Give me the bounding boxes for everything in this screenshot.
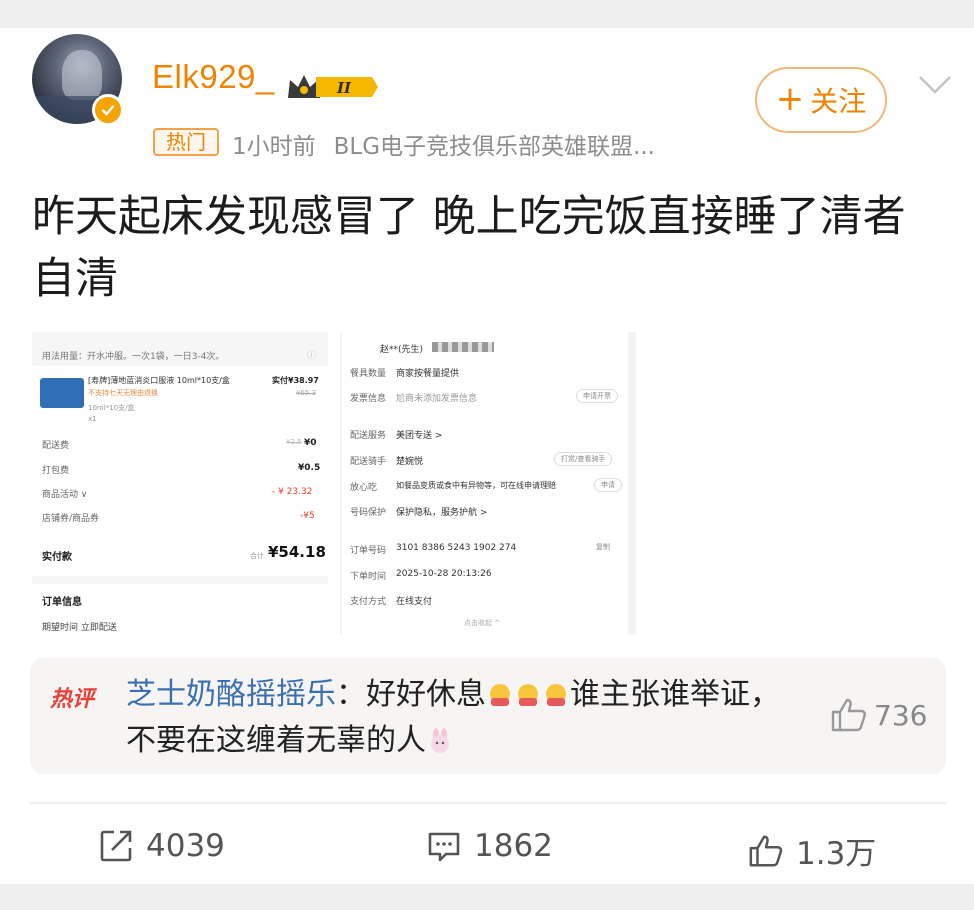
row-label: 支付方式 bbox=[350, 597, 387, 607]
post-source[interactable]: BLG电子竞技俱乐部英雄联盟... bbox=[334, 134, 655, 160]
member-crown-icon[interactable]: II bbox=[286, 70, 380, 104]
post-meta: 1小时前 BLG电子竞技俱乐部英雄联盟... bbox=[232, 127, 655, 161]
row-label: 放心吃 bbox=[350, 483, 378, 493]
hot-tag: 热门 bbox=[153, 128, 219, 156]
row-label: 配送骑手 bbox=[350, 457, 387, 467]
post-time: 1小时前 bbox=[232, 134, 316, 160]
username[interactable]: Elk929_ bbox=[152, 58, 275, 96]
row-label: 发票信息 bbox=[350, 394, 387, 404]
divider bbox=[30, 802, 946, 804]
post-image-2[interactable]: 赵**(先生) 餐具数量 商家按餐量提供 发票信息 尬商未添加发票信息 申请开票… bbox=[340, 332, 636, 634]
expect-time: 期望时间 立即配送 bbox=[42, 623, 117, 633]
order-number: 3101 8386 5243 1902 274 bbox=[396, 543, 517, 553]
like-count: 1.3万 bbox=[796, 836, 877, 872]
masked-phone bbox=[432, 342, 494, 352]
follow-button[interactable]: + 关注 bbox=[755, 67, 887, 133]
total-value: ¥54.18 bbox=[268, 543, 326, 561]
row-value: 尬商未添加发票信息 bbox=[396, 394, 478, 404]
thumbs-up-icon bbox=[831, 698, 866, 732]
promo-value: - ¥ 23.32 bbox=[272, 487, 313, 497]
like-button[interactable]: 1.3万 bbox=[748, 828, 876, 873]
comment-like-button[interactable]: 736 bbox=[830, 697, 927, 733]
row-value: 商家按餐量提供 bbox=[396, 369, 460, 379]
coupon-label: 店铺券/商品券 bbox=[42, 514, 100, 524]
product-orig-price: ¥65.3 bbox=[296, 389, 317, 397]
product-name: [寿牌]薄地蓝消炎口服液 10ml*10支/盒 bbox=[88, 376, 230, 385]
comment-like-count: 736 bbox=[874, 698, 928, 732]
post-text: 昨天起床发现感冒了 晚上吃完饭直接睡了清者自清 bbox=[32, 192, 906, 304]
product-qty: x1 bbox=[88, 415, 97, 423]
row-label: 餐具数量 bbox=[350, 369, 387, 379]
plus-icon: + bbox=[775, 78, 805, 119]
invoice-button[interactable]: 申请开票 bbox=[576, 389, 618, 403]
thumbs-up-icon bbox=[749, 835, 783, 866]
comment-button[interactable]: 1862 bbox=[426, 828, 553, 864]
hug-emoji-icon bbox=[490, 684, 510, 706]
share-icon bbox=[100, 830, 132, 862]
coupon-value: -¥5 bbox=[300, 511, 315, 521]
row-value: 美团专送 > bbox=[396, 431, 443, 441]
info-icon: ⓘ bbox=[307, 351, 317, 361]
product-paid: 实付¥38.97 bbox=[272, 376, 319, 385]
order-info-title: 订单信息 bbox=[42, 597, 82, 608]
rider-button[interactable]: 打赏/查看骑手 bbox=[554, 452, 613, 466]
hot-comment-body: 芝士奶酪摇摇乐：好好休息 谁主张谁举证，不要在这缠着无辜的人 bbox=[126, 672, 806, 764]
row-label: 订单号码 bbox=[350, 546, 387, 556]
usage-text: 用法用量：开水冲服。一次1袋，一日3-4次。 bbox=[42, 352, 225, 362]
copy-button[interactable]: 复制 bbox=[590, 541, 616, 553]
promo-label: 商品活动 ∨ bbox=[42, 490, 88, 500]
row-label: 号码保护 bbox=[350, 508, 387, 518]
comment-text-a: ：好好休息 bbox=[336, 677, 486, 712]
pack-label: 打包费 bbox=[42, 466, 70, 476]
pack-value: ¥0.5 bbox=[298, 463, 321, 473]
row-value: 保护隐私，服务护航 > bbox=[396, 508, 488, 518]
customer-name: 赵**(先生) bbox=[380, 345, 424, 355]
product-thumbnail bbox=[40, 378, 84, 408]
pay-method: 在线支付 bbox=[396, 597, 433, 607]
total-prefix: 合计 bbox=[250, 552, 264, 560]
fee-old: ¥2.5 bbox=[286, 438, 302, 446]
row-value: 楚婉悦 bbox=[396, 457, 424, 467]
comment-icon bbox=[428, 832, 460, 862]
collapse-link[interactable]: 点击收起 ^ bbox=[464, 618, 500, 628]
hug-emoji-icon bbox=[546, 684, 566, 706]
row-label: 配送服务 bbox=[350, 431, 387, 441]
verified-badge-icon bbox=[92, 94, 124, 126]
claim-button[interactable]: 申请 bbox=[594, 478, 622, 492]
product-spec: 10ml*10支/盒 bbox=[88, 404, 135, 412]
order-time: 2025-10-28 20:13:26 bbox=[396, 569, 492, 579]
comment-author[interactable]: 芝士奶酪摇摇乐 bbox=[126, 677, 336, 712]
forward-count: 4039 bbox=[146, 828, 225, 864]
bottom-strip bbox=[0, 884, 974, 910]
hug-emoji-icon bbox=[518, 684, 538, 706]
comment-count: 1862 bbox=[474, 828, 553, 864]
product-note: 不支持七天无理由退换 bbox=[88, 389, 158, 397]
fee-label: 配送费 bbox=[42, 441, 70, 451]
row-value: 如餐品变质或食中有异物等，可在线申请理赔 bbox=[396, 481, 556, 490]
row-label: 下单时间 bbox=[350, 572, 387, 582]
total-label: 实付款 bbox=[42, 552, 72, 563]
top-strip bbox=[0, 0, 974, 28]
bunny-emoji-icon bbox=[431, 728, 449, 753]
level-badge-text: II bbox=[336, 79, 352, 97]
fee-value: ¥0 bbox=[304, 438, 317, 448]
chevron-down-icon[interactable] bbox=[918, 74, 952, 96]
forward-button[interactable]: 4039 bbox=[98, 828, 225, 864]
hot-comment-badge: 热评 bbox=[50, 686, 95, 712]
follow-label: 关注 bbox=[810, 85, 867, 118]
post-image-1[interactable]: 用法用量：开水冲服。一次1袋，一日3-4次。 ⓘ [寿牌]薄地蓝消炎口服液 10… bbox=[32, 332, 328, 634]
